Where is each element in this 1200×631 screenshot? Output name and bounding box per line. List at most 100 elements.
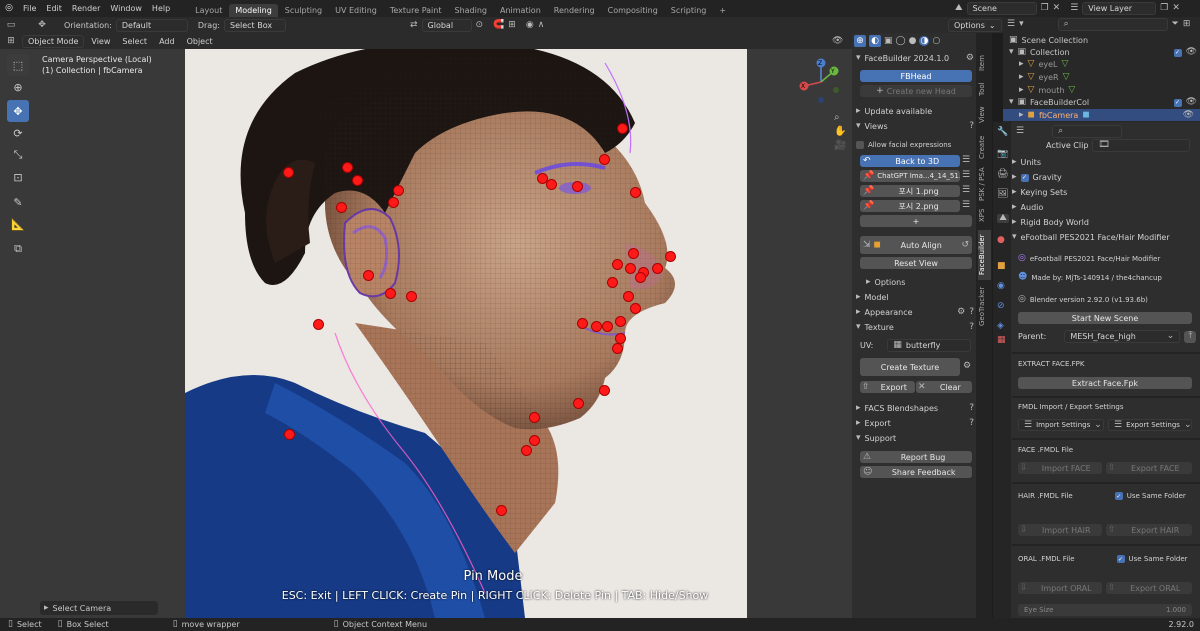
face-pin[interactable] <box>284 429 294 439</box>
keying-row[interactable]: ▸ Keying Sets <box>1012 188 1192 198</box>
face-pin[interactable] <box>607 277 617 287</box>
uv-dropdown[interactable]: ▦ butterfly <box>887 339 972 352</box>
pan-hand-icon[interactable]: ✋ <box>834 127 846 137</box>
face-pin[interactable] <box>537 173 547 183</box>
orientation-dropdown[interactable]: Default <box>115 18 188 32</box>
tab-rendering[interactable]: Rendering <box>548 4 601 17</box>
gizmo-toggle-icon[interactable]: ⊕ <box>854 35 866 47</box>
properties-editor-icon[interactable]: ☰ <box>1016 127 1024 136</box>
export-oral-button[interactable]: ⇧ Export ORAL <box>1106 582 1192 594</box>
help-icon[interactable]: ? <box>969 323 974 332</box>
allow-expr-row[interactable]: Allow facial expressions <box>856 138 974 151</box>
face-pin[interactable] <box>529 435 539 445</box>
view-layer-props-icon[interactable]: 🖼 <box>997 190 1008 199</box>
side-tab-item[interactable]: Item <box>978 52 991 74</box>
filter-icon[interactable]: ⏷ <box>1172 20 1179 29</box>
tab-animation[interactable]: Animation <box>494 4 547 17</box>
tab-uv-editing[interactable]: UV Editing <box>329 4 383 17</box>
face-pin[interactable] <box>546 179 556 189</box>
camera-view-icon[interactable]: 🎥 <box>834 141 846 151</box>
face-pin[interactable] <box>625 263 635 273</box>
face-pin[interactable] <box>630 303 640 313</box>
share-feedback-button[interactable]: ☺ Share Feedback <box>860 466 972 478</box>
data-props-icon[interactable]: ◈ <box>997 322 1004 331</box>
view-image-1[interactable]: 📌ChatGPT Ima...4_14_51.png <box>860 170 960 182</box>
face-pin[interactable] <box>612 343 622 353</box>
audio-row[interactable]: ▸ Audio <box>1012 203 1192 213</box>
parent-eyedropper-button[interactable]: ⤒ <box>1184 330 1197 343</box>
texture-row[interactable]: ▾ Texture? <box>856 321 974 334</box>
delete-scene-icon[interactable]: ✕ <box>1053 4 1061 13</box>
outliner-fbcamera[interactable]: ▸ ◼ fbCamera ◼ 👁 <box>1003 109 1200 121</box>
hair-same-folder-checkbox[interactable]: ✓ <box>1114 492 1123 500</box>
side-tab-tool[interactable]: Tool <box>978 78 991 100</box>
outliner-scene-collection[interactable]: ▣ Scene Collection <box>1009 36 1088 46</box>
facs-row[interactable]: ▸ FACS Blendshapes? <box>856 402 974 415</box>
measure-tool-icon[interactable]: 📐 <box>7 213 29 235</box>
face-pin[interactable] <box>652 263 662 273</box>
view-layer-selector[interactable]: View Layer <box>1082 2 1157 15</box>
side-tab-xps[interactable]: XPS <box>978 206 991 224</box>
create-head-button[interactable]: + Create new Head <box>860 85 972 97</box>
face-pin[interactable] <box>521 445 531 455</box>
rigid-row[interactable]: ▸ Rigid Body World <box>1012 218 1192 228</box>
eye-size-field[interactable]: Eye Size 1.000 <box>1018 604 1192 616</box>
export-settings-dropdown[interactable]: ☰ Export Settings ⌄ <box>1108 419 1192 431</box>
transform-dropdown[interactable]: Global <box>421 18 472 32</box>
shading-solid-icon[interactable]: ● <box>909 36 917 46</box>
mode-dropdown[interactable]: Object Mode <box>22 34 85 48</box>
face-pin[interactable] <box>406 291 416 301</box>
options-row[interactable]: ▸ Options <box>866 276 984 289</box>
menu-render[interactable]: Render <box>67 4 105 13</box>
tool-settings-icon[interactable]: ▭ <box>4 20 18 30</box>
render-props-icon[interactable]: 📷 <box>997 150 1008 159</box>
update-row[interactable]: ▸ Update available <box>856 105 974 118</box>
editor-type-icon[interactable]: ⊞ <box>4 36 18 46</box>
face-pin[interactable] <box>628 248 638 258</box>
export-hair-button[interactable]: ⇧ Export HAIR <box>1106 524 1192 536</box>
face-pin[interactable] <box>352 175 362 185</box>
face-pin[interactable] <box>385 288 395 298</box>
efoot-row[interactable]: ▾ eFootball PES2021 Face/Hair Modifier <box>1012 233 1192 243</box>
face-pin[interactable] <box>577 318 587 328</box>
start-new-scene-button[interactable]: Start New Scene <box>1018 312 1192 324</box>
import-face-button[interactable]: ⇩ Import FACE <box>1018 462 1102 474</box>
viewport-menu-add[interactable]: Add <box>154 37 180 46</box>
add-cube-tool-icon[interactable]: ⧉ <box>7 238 29 260</box>
copy-view-layer-icon[interactable]: ❐ <box>1160 4 1168 13</box>
settings-gear-icon[interactable]: ⚙ <box>966 54 974 63</box>
xray-icon[interactable]: ▣ <box>884 36 893 46</box>
view-image-3[interactable]: 📌 포시 2.png <box>860 200 960 212</box>
units-row[interactable]: ▸ Units <box>1012 158 1192 168</box>
options-dropdown[interactable]: Options ⌄ <box>948 19 1002 32</box>
face-pin[interactable] <box>615 316 625 326</box>
face-pin[interactable] <box>612 259 622 269</box>
allow-expr-checkbox[interactable] <box>856 140 864 149</box>
face-pin[interactable] <box>336 202 346 212</box>
reset-view-button[interactable]: Reset View <box>860 257 972 269</box>
side-tab-facebuilder[interactable]: FaceBuilder <box>978 230 991 280</box>
add-view-button[interactable]: + <box>860 215 972 227</box>
menu-edit[interactable]: Edit <box>41 4 67 13</box>
outliner-eyer[interactable]: ▸ ▽ eyeR ▽ <box>1019 73 1070 83</box>
proportional-edit-icon[interactable]: ◉ <box>526 20 534 30</box>
face-pin[interactable] <box>635 272 645 282</box>
pivot-icon[interactable]: ⊙ <box>476 20 484 30</box>
delete-view-layer-icon[interactable]: ✕ <box>1172 4 1180 13</box>
menu-window[interactable]: Window <box>105 4 147 13</box>
help-icon[interactable]: ? <box>969 419 974 428</box>
face-pin[interactable] <box>599 385 609 395</box>
import-oral-button[interactable]: ⇩ Import ORAL <box>1018 582 1102 594</box>
last-operator-panel[interactable]: ▸ Select Camera <box>40 601 158 615</box>
outliner-eyel[interactable]: ▸ ▽ eyeL ▽ <box>1019 60 1068 70</box>
copy-scene-icon[interactable]: ❐ <box>1041 4 1049 13</box>
constraints-props-icon[interactable]: ⊘ <box>997 302 1005 311</box>
properties-search[interactable]: ⌕ <box>1052 125 1123 138</box>
extract-face-button[interactable]: Extract Face.Fpk <box>1018 377 1192 389</box>
snap-target-icon[interactable]: ⊞ <box>508 20 516 30</box>
menu-icon[interactable]: ☰ <box>962 201 970 210</box>
scale-tool-icon[interactable]: ⤡ <box>7 144 29 166</box>
menu-file[interactable]: File <box>18 4 41 13</box>
menu-icon[interactable]: ☰ <box>962 186 970 195</box>
face-pin[interactable] <box>363 270 373 280</box>
